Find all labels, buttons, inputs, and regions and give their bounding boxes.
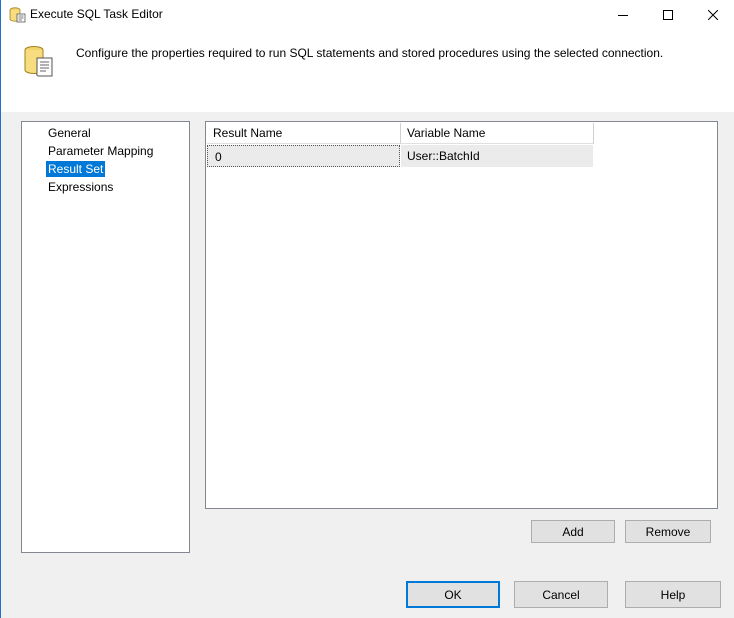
result-set-grid: Result Name Variable Name 0 User::BatchI… [205, 121, 718, 509]
header-description: Configure the properties required to run… [76, 46, 664, 60]
nav-item-parameter-mapping[interactable]: Parameter Mapping [46, 143, 155, 159]
close-icon [708, 10, 718, 20]
variable-name-cell[interactable]: User::BatchId [401, 145, 593, 167]
nav-item-result-set[interactable]: Result Set [46, 161, 106, 177]
execute-sql-task-editor-window: Execute SQL Task Editor Configure the pr… [0, 0, 734, 618]
window-title: Execute SQL Task Editor [30, 7, 163, 21]
column-header-variable-name[interactable]: Variable Name [401, 123, 594, 144]
ssis-task-icon [8, 6, 26, 24]
minimize-button[interactable] [600, 0, 646, 30]
title-bar: Execute SQL Task Editor [0, 0, 734, 30]
maximize-button[interactable] [645, 0, 691, 30]
result-name-cell[interactable]: 0 [207, 145, 400, 167]
add-button[interactable]: Add [531, 520, 615, 543]
close-button[interactable] [690, 0, 734, 30]
nav-item-expressions[interactable]: Expressions [46, 179, 115, 195]
page-navigation-list: General Parameter Mapping Result Set Exp… [21, 121, 190, 553]
column-header-result-name[interactable]: Result Name [207, 123, 401, 144]
nav-item-general[interactable]: General [46, 125, 93, 141]
help-button[interactable]: Help [625, 581, 721, 608]
minimize-icon [618, 15, 628, 16]
database-script-icon [22, 44, 54, 78]
cancel-button[interactable]: Cancel [514, 581, 608, 608]
header-banner: Configure the properties required to run… [0, 30, 734, 112]
remove-button[interactable]: Remove [625, 520, 711, 543]
maximize-icon [663, 10, 673, 20]
window-border [0, 0, 1, 618]
ok-button[interactable]: OK [406, 581, 500, 608]
